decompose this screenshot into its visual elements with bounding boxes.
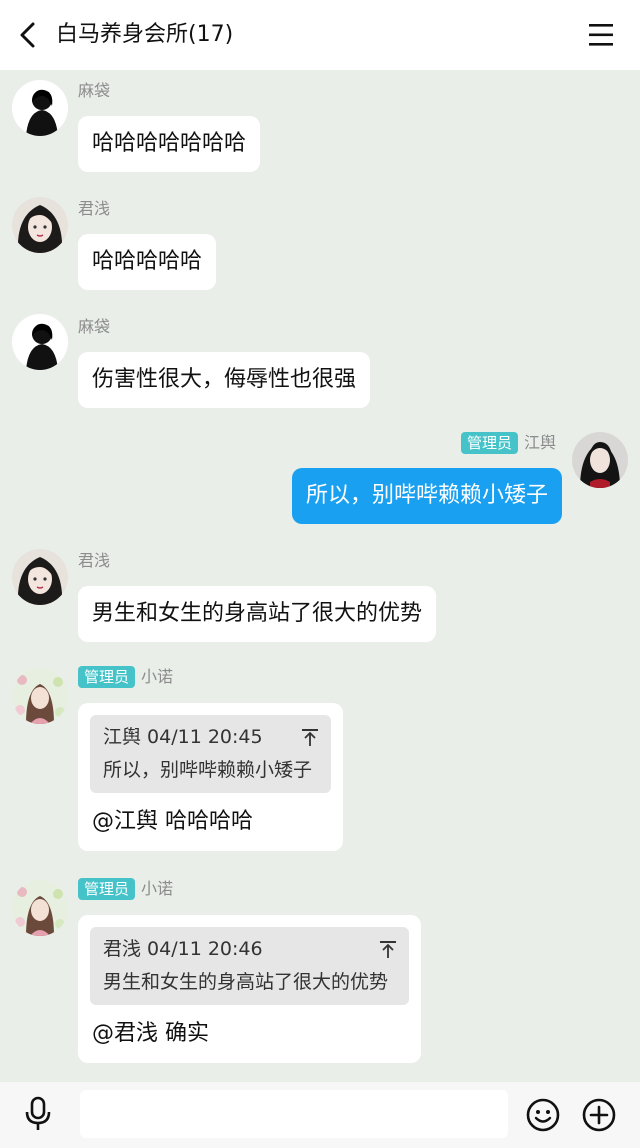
avatar[interactable] — [12, 80, 68, 136]
sender-name: 麻袋 — [78, 317, 111, 336]
avatar[interactable] — [12, 549, 68, 605]
message-bubble[interactable]: 伤害性很大，侮辱性也很强 — [78, 352, 371, 408]
sender-name: 君浅 — [78, 199, 111, 218]
avatar-girl-flowers-icon — [12, 880, 68, 936]
sender-name: 小诺 — [141, 667, 174, 686]
reply-message-bubble[interactable]: 江舆 04/11 20:45 所以，别哔哔赖赖小矮子 @江舆 哈哈哈哈 — [78, 703, 343, 851]
sender-line: 管理员 小诺 — [78, 666, 173, 688]
avatar[interactable] — [12, 880, 68, 936]
sender-name: 小诺 — [141, 879, 174, 898]
quote-text: 男生和女生的身高站了很大的优势 — [103, 971, 389, 993]
chat-header: 白马养身会所(17) — [0, 0, 640, 70]
my-message-bubble[interactable]: 所以，别哔哔赖赖小矮子 — [291, 468, 562, 524]
back-chevron-icon[interactable] — [14, 20, 42, 50]
quote-text: 所以，别哔哔赖赖小矮子 — [103, 759, 313, 781]
sender-name: 江舆 — [523, 433, 556, 452]
reply-text: @江舆 哈哈哈哈 — [92, 809, 253, 834]
input-toolbar — [0, 1082, 640, 1148]
sender-line: 管理员 江舆 — [460, 432, 556, 454]
quoted-message[interactable]: 君浅 04/11 20:46 男生和女生的身高站了很大的优势 — [90, 927, 409, 1005]
avatar[interactable] — [12, 197, 68, 253]
message-list[interactable]: 麻袋 哈哈哈哈哈哈哈 君浅 哈哈哈哈哈 麻袋 伤害性很大，侮辱性也很强 管理员 … — [0, 70, 640, 1082]
quoted-message[interactable]: 江舆 04/11 20:45 所以，别哔哔赖赖小矮子 — [90, 715, 331, 793]
microphone-icon[interactable] — [22, 1096, 54, 1132]
avatar-dark-figure-icon — [12, 314, 68, 370]
avatar[interactable] — [12, 668, 68, 724]
admin-badge: 管理员 — [78, 878, 136, 900]
avatar-dark-hair-boy-icon — [572, 432, 628, 488]
sender-name: 君浅 — [78, 551, 111, 570]
avatar-girl-dark-hair-icon — [12, 549, 68, 605]
reply-message-bubble[interactable]: 君浅 04/11 20:46 男生和女生的身高站了很大的优势 @君浅 确实 — [78, 915, 421, 1063]
message-input[interactable] — [80, 1090, 508, 1138]
message-bubble[interactable]: 哈哈哈哈哈哈哈 — [78, 116, 261, 172]
quote-author-time: 江舆 04/11 20:45 — [103, 726, 263, 748]
sender-name: 麻袋 — [78, 81, 111, 100]
message-bubble[interactable]: 哈哈哈哈哈 — [78, 234, 217, 290]
jump-to-top-icon[interactable] — [301, 727, 319, 747]
avatar-dark-figure-icon — [12, 80, 68, 136]
jump-to-top-icon[interactable] — [379, 939, 397, 959]
group-title: 白马养身会所(17) — [56, 22, 234, 47]
avatar-girl-flowers-icon — [12, 668, 68, 724]
hamburger-menu-icon[interactable] — [586, 22, 616, 48]
avatar-girl-dark-hair-icon — [12, 197, 68, 253]
sender-line: 管理员 小诺 — [78, 878, 173, 900]
avatar[interactable] — [572, 432, 628, 488]
reply-text: @君浅 确实 — [92, 1021, 209, 1046]
smiley-icon[interactable] — [526, 1098, 560, 1132]
avatar[interactable] — [12, 314, 68, 370]
quote-author-time: 君浅 04/11 20:46 — [103, 938, 263, 960]
admin-badge: 管理员 — [460, 432, 518, 454]
message-bubble[interactable]: 男生和女生的身高站了很大的优势 — [78, 586, 437, 642]
plus-circle-icon[interactable] — [582, 1098, 616, 1132]
admin-badge: 管理员 — [78, 666, 136, 688]
